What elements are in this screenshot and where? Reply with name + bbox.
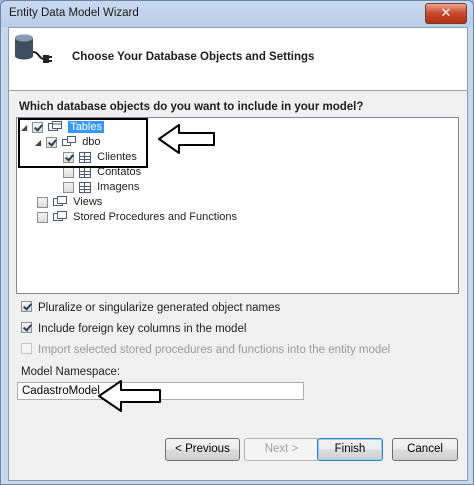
title-bar[interactable]: Entity Data Model Wizard ✕ [1, 1, 473, 27]
page-title: Choose Your Database Objects and Setting… [72, 51, 315, 63]
pluralize-option[interactable]: Pluralize or singularize generated objec… [21, 301, 280, 314]
stored-procedures-label[interactable]: Stored Procedures and Functions [73, 211, 237, 223]
pluralize-label[interactable]: Pluralize or singularize generated objec… [38, 302, 280, 314]
stored-procedures-checkbox[interactable] [37, 211, 48, 223]
close-button[interactable]: ✕ [425, 3, 467, 24]
foreign-keys-option[interactable]: Include foreign key columns in the model [21, 322, 246, 335]
imagens-label[interactable]: Imagens [97, 181, 139, 193]
annotation-highlight-box [18, 118, 148, 168]
wizard-window: Entity Data Model Wizard ✕ Choose Your D… [0, 0, 474, 485]
annotation-arrow-icon [98, 380, 161, 412]
database-plug-icon [15, 34, 52, 63]
objects-question: Which database objects do you want to in… [19, 101, 364, 113]
foreign-keys-label[interactable]: Include foreign key columns in the model [38, 323, 246, 335]
wizard-client-area: Choose Your Database Objects and Setting… [8, 27, 468, 481]
cancel-button[interactable]: Cancel [392, 438, 458, 461]
imagens-checkbox[interactable] [63, 181, 74, 193]
import-procedures-option: Import selected stored procedures and fu… [21, 343, 390, 356]
namespace-label: Model Namespace: [21, 366, 121, 378]
import-procedures-checkbox [21, 343, 32, 354]
tree-node-views[interactable]: Views [37, 196, 102, 211]
wizard-header: Choose Your Database Objects and Setting… [9, 28, 467, 91]
pluralize-checkbox[interactable] [21, 301, 32, 312]
database-objects-tree[interactable]: ◢ Tables ◢ dbo Clientes Contatos Imagens… [16, 117, 459, 294]
stored-procedures-icon [53, 211, 68, 222]
views-icon [53, 196, 68, 207]
tree-node-contatos[interactable]: Contatos [63, 166, 141, 181]
contatos-checkbox[interactable] [63, 166, 74, 178]
previous-button[interactable]: < Previous [165, 438, 240, 461]
table-icon [79, 181, 92, 193]
views-label[interactable]: Views [73, 196, 102, 208]
import-procedures-label: Import selected stored procedures and fu… [38, 344, 391, 356]
next-button: Next > [244, 438, 319, 461]
finish-button[interactable]: Finish [317, 438, 383, 461]
table-icon [79, 166, 92, 178]
tree-node-imagens[interactable]: Imagens [63, 181, 139, 196]
views-checkbox[interactable] [37, 196, 48, 208]
foreign-keys-checkbox[interactable] [21, 322, 32, 333]
annotation-arrow-icon [158, 124, 215, 154]
tree-node-stored-procedures[interactable]: Stored Procedures and Functions [37, 211, 237, 226]
window-title: Entity Data Model Wizard [9, 7, 139, 19]
